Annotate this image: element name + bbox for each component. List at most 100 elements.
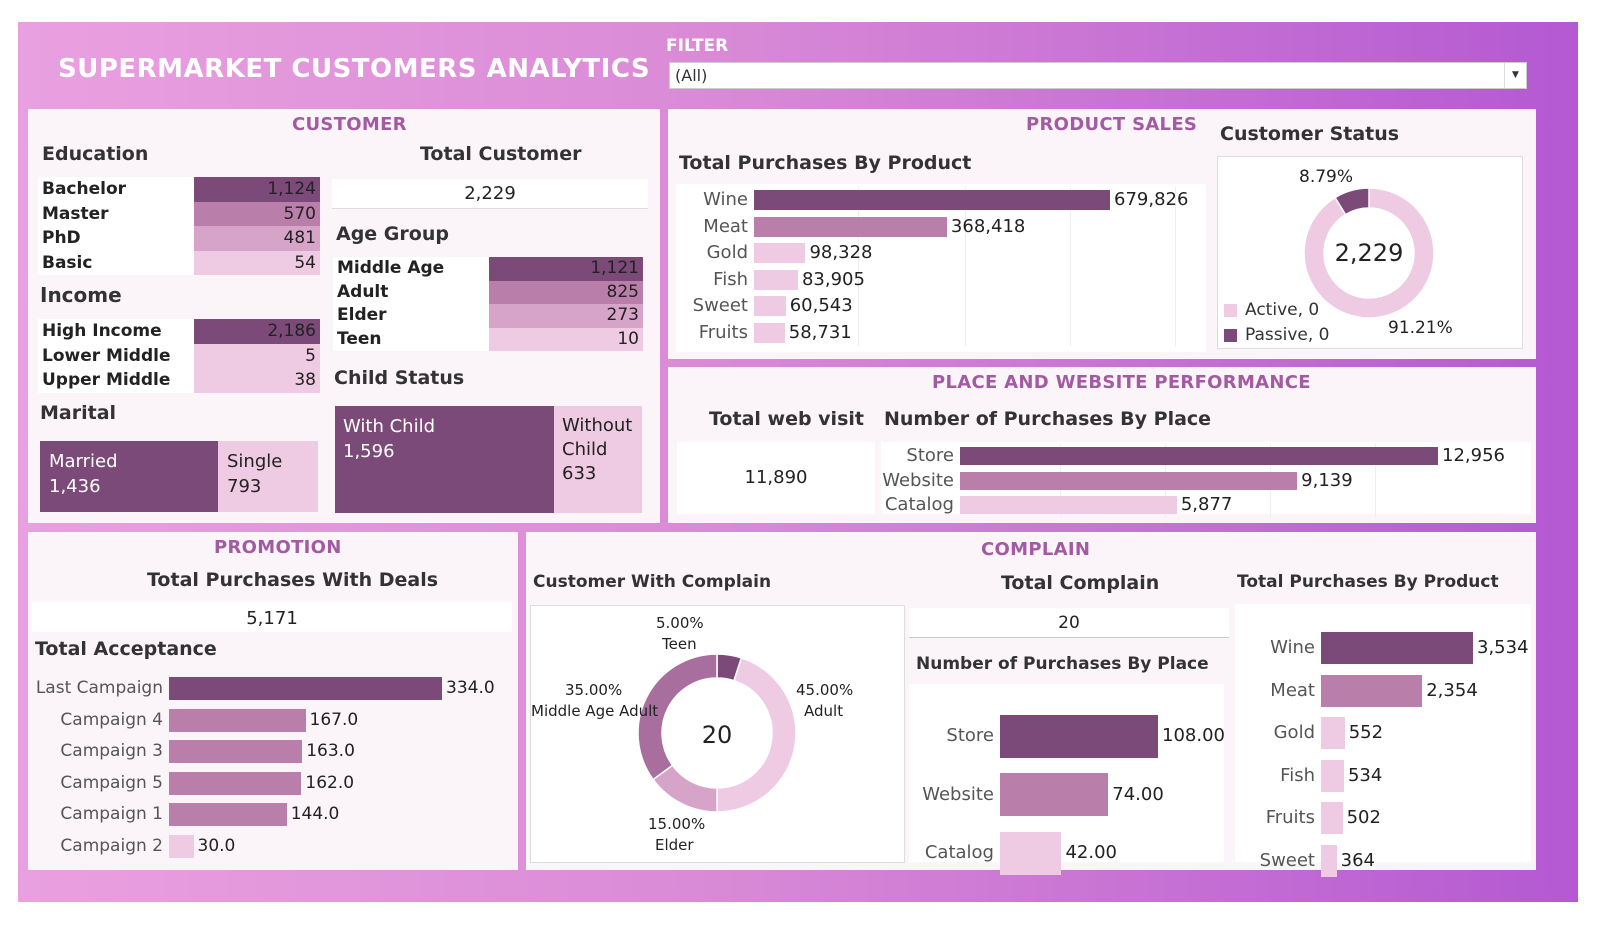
bar-store[interactable] <box>1000 714 1158 758</box>
table-row[interactable]: Lower Middle 5 <box>38 343 320 368</box>
bar-campaign-3[interactable] <box>169 740 303 764</box>
bar-category-label: Fruits <box>1265 807 1315 828</box>
bar-website[interactable] <box>1000 773 1109 817</box>
slice-middle-pct: 35.00% <box>565 681 623 699</box>
bar-category-label: Store <box>946 725 994 746</box>
bar-fruits[interactable] <box>1321 802 1343 835</box>
grid-line <box>965 187 966 346</box>
bar-catalog[interactable] <box>960 496 1177 515</box>
legend-active[interactable]: Active, 0 <box>1224 300 1319 320</box>
bar-value-label: 98,328 <box>809 242 873 263</box>
table-row-label: Adult <box>333 280 489 304</box>
without-child-value: 633 <box>562 463 597 484</box>
table-row-label: Teen <box>333 327 489 351</box>
bar-gold[interactable] <box>1321 717 1345 750</box>
bar-catalog[interactable] <box>1000 831 1062 875</box>
legend-active-label: Active, 0 <box>1245 300 1320 320</box>
table-row-value: 10 <box>489 327 643 351</box>
marital-single-tile[interactable]: Single 793 <box>218 441 318 512</box>
child-without-tile[interactable]: Without Child 633 <box>554 406 642 513</box>
table-row[interactable]: Master 570 <box>38 201 320 226</box>
bar-value-label: 368,418 <box>950 215 1026 237</box>
table-row[interactable]: Teen 10 <box>333 327 643 351</box>
bar-value-label: 58,731 <box>788 321 852 343</box>
bar-wine[interactable] <box>754 190 1110 211</box>
complain-donut-center: 20 <box>702 721 733 749</box>
bar-category-label: Campaign 2 <box>60 835 163 856</box>
bar-campaign-2[interactable] <box>169 834 194 858</box>
product-chart-title: Total Purchases By Product <box>679 152 972 174</box>
bar-value-label: 167.0 <box>309 709 359 730</box>
table-row[interactable]: High Income 2,186 <box>38 319 320 344</box>
complain-section-title: COMPLAIN <box>981 539 1091 560</box>
place-website-section-title: PLACE AND WEBSITE PERFORMANCE <box>932 372 1311 393</box>
filter-dropdown[interactable]: (All) ▼ <box>669 62 1527 89</box>
bar-value-label: 552 <box>1348 722 1384 743</box>
bar-category-label: Gold <box>706 242 748 263</box>
total-customer-value: 2,229 <box>332 179 648 209</box>
bar-value-label: 108.00 <box>1162 725 1225 746</box>
legend-passive-label: Passive, 0 <box>1245 325 1330 345</box>
bar-category-label: Meat <box>1270 679 1315 701</box>
legend-passive[interactable]: Passive, 0 <box>1224 325 1330 345</box>
bar-fruits[interactable] <box>754 322 785 343</box>
marital-title: Marital <box>40 402 117 424</box>
bar-value-label: 364 <box>1340 849 1375 871</box>
customer-status-box: 8.79% 2,229 91.21% Active, 0 Passive, 0 <box>1217 156 1523 349</box>
table-row[interactable]: Elder 273 <box>333 304 643 328</box>
table-row-value: 5 <box>194 343 320 368</box>
bar-meat[interactable] <box>754 216 947 237</box>
complain-product-title: Total Purchases By Product <box>1237 572 1499 592</box>
customer-section-title: CUSTOMER <box>292 114 407 135</box>
bar-sweet[interactable] <box>1321 844 1337 877</box>
bar-category-label: Gold <box>1273 722 1315 743</box>
table-row[interactable]: Bachelor 1,124 <box>38 177 320 202</box>
table-row-label: Upper Middle <box>38 368 194 393</box>
acceptance-title: Total Acceptance <box>35 638 217 660</box>
table-row-value: 38 <box>194 368 320 393</box>
single-value: 793 <box>227 476 262 497</box>
table-row-value: 570 <box>194 201 320 226</box>
bar-website[interactable] <box>960 471 1298 490</box>
bar-wine[interactable] <box>1321 632 1473 665</box>
bar-meat[interactable] <box>1321 674 1423 707</box>
bar-category-label: Campaign 5 <box>60 772 163 793</box>
table-row[interactable]: Upper Middle 38 <box>38 368 320 393</box>
bar-sweet[interactable] <box>754 296 786 317</box>
child-with-tile[interactable]: With Child 1,596 <box>335 406 554 513</box>
table-row[interactable]: Basic 54 <box>38 250 320 275</box>
bar-store[interactable] <box>960 447 1438 466</box>
customer-status-title: Customer Status <box>1220 123 1400 145</box>
table-row-label: PhD <box>38 226 194 251</box>
with-child-label: With Child <box>343 416 435 437</box>
bar-campaign-4[interactable] <box>169 708 306 732</box>
table-row[interactable]: Middle Age Adult1,121 <box>333 257 643 302</box>
single-label: Single <box>227 451 283 472</box>
chevron-down-icon[interactable]: ▼ <box>1504 63 1526 88</box>
bar-value-label: 9,139 <box>1301 469 1353 491</box>
bar-campaign-5[interactable] <box>169 771 302 795</box>
bar-last-campaign[interactable] <box>169 677 442 701</box>
table-row[interactable]: Adult 825 <box>333 280 643 304</box>
bar-value-label: 12,956 <box>1442 445 1505 466</box>
bar-value-label: 334.0 <box>446 678 495 699</box>
bar-value-label: 5,877 <box>1180 494 1233 515</box>
status-donut-center: 2,229 <box>1335 239 1404 267</box>
grid-line <box>1175 187 1176 346</box>
bar-category-label: Wine <box>703 189 748 210</box>
bar-fish[interactable] <box>1321 759 1344 792</box>
bar-gold[interactable] <box>754 243 806 264</box>
bar-category-label: Sweet <box>1259 849 1315 871</box>
slice-adult-pct: 45.00% <box>796 681 854 699</box>
marital-married-tile[interactable]: Married 1,436 <box>40 441 218 512</box>
bar-category-label: Campaign 3 <box>60 741 163 762</box>
table-row-label: Basic <box>38 250 194 275</box>
bar-category-label: Sweet <box>692 295 748 316</box>
bar-value-label: 2,354 <box>1426 679 1478 701</box>
bar-fish[interactable] <box>754 269 798 290</box>
bar-value-label: 30.0 <box>197 835 236 856</box>
table-row-label: Bachelor <box>38 177 194 202</box>
bar-category-label: Wine <box>1270 637 1315 658</box>
bar-campaign-1[interactable] <box>169 803 287 827</box>
table-row[interactable]: PhD 481 <box>38 226 320 251</box>
